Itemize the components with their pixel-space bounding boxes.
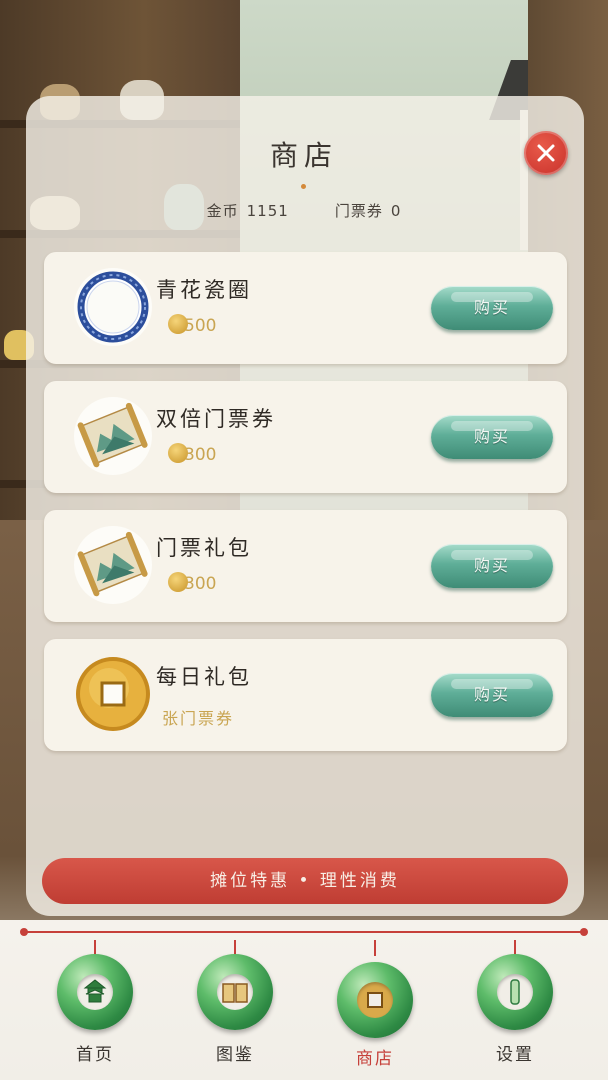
nav-divider <box>24 931 586 933</box>
ticket-value: 0 <box>390 202 402 220</box>
gold-coin-icon <box>74 655 152 733</box>
nav-item-shop[interactable]: 商店 <box>320 940 430 1080</box>
nav-label: 图鉴 <box>216 1045 254 1065</box>
shop-item-card: 双倍门票券 300 购买 <box>44 381 567 493</box>
item-price: 300 <box>168 572 216 598</box>
nav-item-settings[interactable]: 设置 <box>460 940 570 1080</box>
gold-label: 金币 <box>206 202 239 220</box>
buy-button[interactable]: 购买 <box>431 673 553 717</box>
buy-button[interactable]: 购买 <box>431 415 553 459</box>
page-title: 商店 <box>269 139 338 172</box>
item-price: 500 <box>168 314 216 340</box>
coin-jade-icon <box>337 962 413 1038</box>
item-price: 300 <box>168 443 216 469</box>
item-name: 每日礼包 <box>156 665 252 689</box>
shop-item-card: 每日礼包 张门票券 购买 <box>44 639 567 751</box>
nav-label: 商店 <box>356 1049 394 1069</box>
blue-porcelain-ring-icon <box>74 268 152 346</box>
nav-item-collection[interactable]: 图鉴 <box>180 940 290 1080</box>
scroll-painting-icon <box>74 397 152 475</box>
item-subtext: 张门票券 <box>162 709 235 728</box>
title-dot <box>301 184 306 189</box>
shop-item-card: 青花瓷圈 500 购买 <box>44 252 567 364</box>
buy-button[interactable]: 购买 <box>431 286 553 330</box>
promo-banner: 摊位特惠 • 理性消费 <box>42 858 568 904</box>
bottom-nav: 首页 图鉴 商店 设置 <box>0 920 608 1080</box>
item-name: 青花瓷圈 <box>156 278 252 302</box>
coin-icon <box>168 572 188 592</box>
gold-value: 1151 <box>246 202 289 220</box>
gear-jade-icon <box>477 954 553 1030</box>
ticket-label: 门票券 <box>334 202 383 220</box>
book-jade-icon <box>197 954 273 1030</box>
coin-icon <box>168 443 188 463</box>
close-button[interactable] <box>524 131 568 175</box>
shop-item-card: 门票礼包 300 购买 <box>44 510 567 622</box>
coin-icon <box>168 314 188 334</box>
nav-item-home[interactable]: 首页 <box>40 940 150 1080</box>
nav-label: 首页 <box>76 1045 114 1065</box>
item-name: 双倍门票券 <box>156 407 276 431</box>
close-icon <box>537 144 555 162</box>
scroll-painting-icon <box>74 526 152 604</box>
currency-bar: 金币 1151 门票券 0 <box>0 200 608 221</box>
item-name: 门票礼包 <box>156 536 252 560</box>
pagoda-jade-icon <box>57 954 133 1030</box>
buy-button[interactable]: 购买 <box>431 544 553 588</box>
nav-label: 设置 <box>496 1045 534 1065</box>
